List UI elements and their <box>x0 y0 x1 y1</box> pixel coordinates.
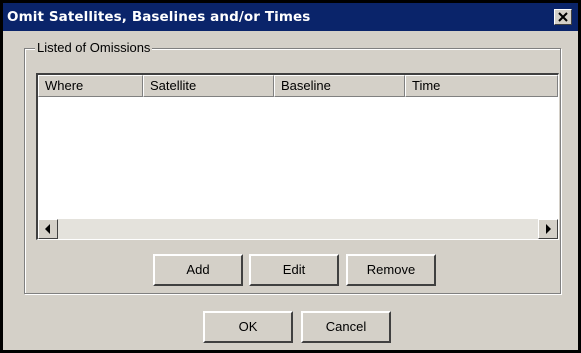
add-button[interactable]: Add <box>153 254 243 286</box>
dialog-window: Omit Satellites, Baselines and/or Times … <box>0 0 581 353</box>
list-header: Where Satellite Baseline Time <box>38 75 558 97</box>
remove-button[interactable]: Remove <box>346 254 436 286</box>
scroll-right-button[interactable] <box>538 219 558 239</box>
column-header-where[interactable]: Where <box>38 75 143 97</box>
column-header-time[interactable]: Time <box>405 75 558 97</box>
horizontal-scrollbar[interactable] <box>38 219 558 239</box>
list-body[interactable] <box>38 97 558 219</box>
ok-button[interactable]: OK <box>203 311 293 343</box>
close-button[interactable] <box>554 9 572 25</box>
cancel-button[interactable]: Cancel <box>301 311 391 343</box>
title-bar[interactable]: Omit Satellites, Baselines and/or Times <box>3 3 578 31</box>
window-title: Omit Satellites, Baselines and/or Times <box>7 9 311 25</box>
groupbox-label: Listed of Omissions <box>35 40 153 55</box>
edit-button[interactable]: Edit <box>249 254 339 286</box>
arrow-left-icon <box>45 224 50 234</box>
close-icon <box>558 12 568 22</box>
omissions-list[interactable]: Where Satellite Baseline Time <box>36 73 559 240</box>
scroll-left-button[interactable] <box>38 219 58 239</box>
arrow-right-icon <box>546 224 551 234</box>
column-header-baseline[interactable]: Baseline <box>274 75 405 97</box>
column-header-satellite[interactable]: Satellite <box>143 75 274 97</box>
